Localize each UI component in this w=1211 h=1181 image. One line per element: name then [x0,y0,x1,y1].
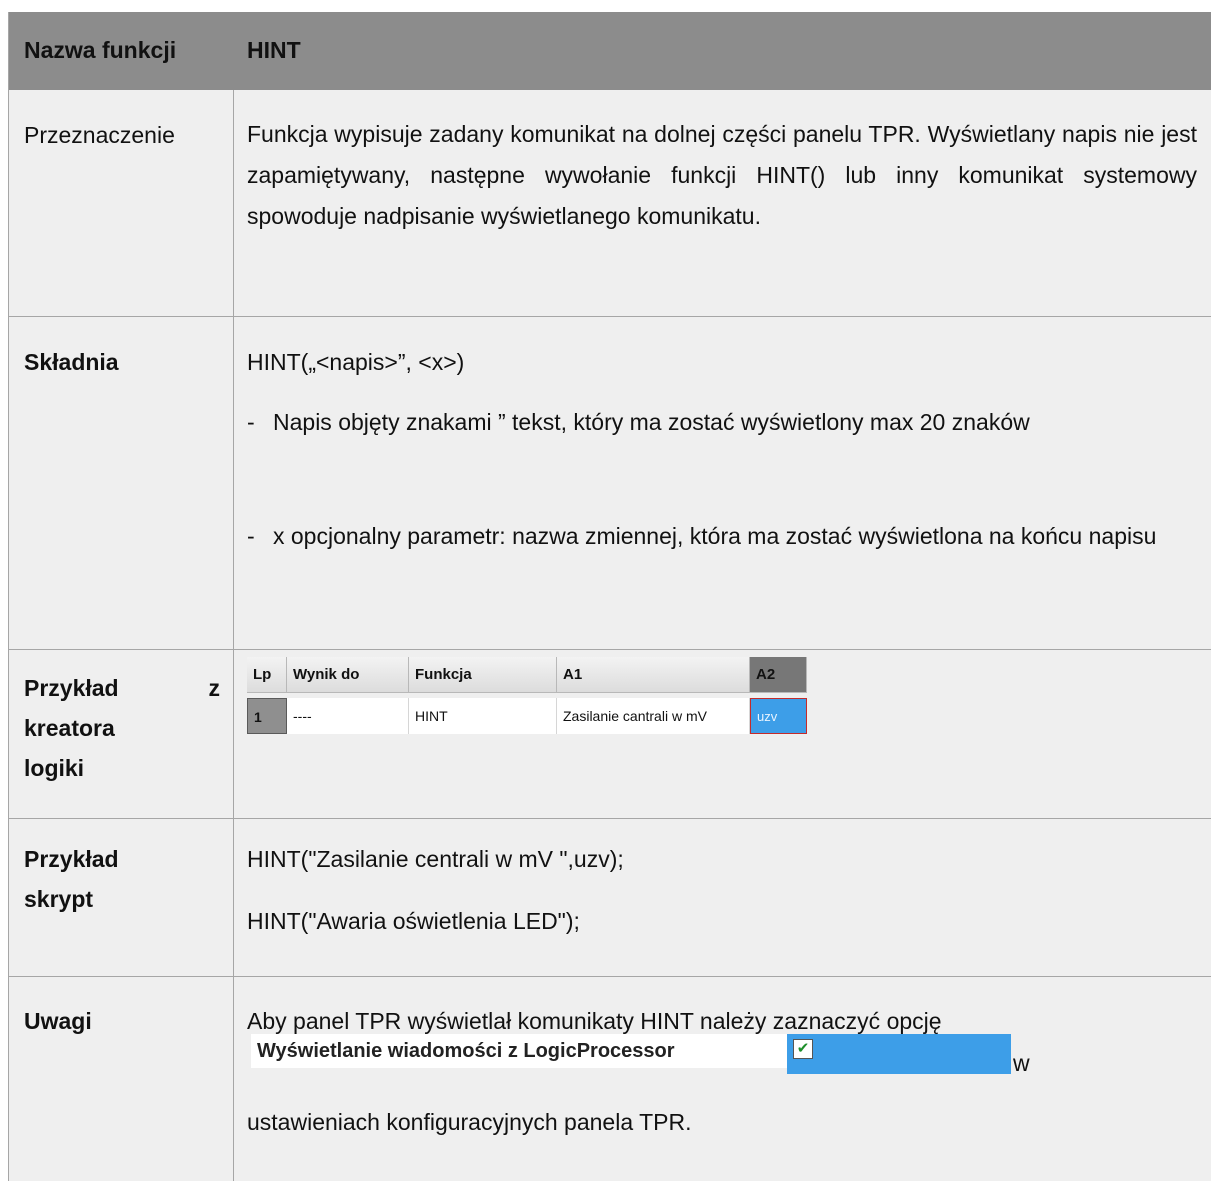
row-number[interactable]: 1 [247,698,287,734]
table-header-row: Lp Wynik do Funkcja A1 A2 [247,657,807,693]
logic-example-row: Przykład z kreatora logiki Lp Wynik do Fu… [9,650,1211,819]
option-label: Wyświetlanie wiadomości z LogicProcessor [251,1034,787,1068]
checkbox-checked-icon[interactable]: ✔ [793,1039,813,1059]
cell-wynik[interactable]: ---- [287,698,409,734]
script-line: HINT("Awaria oświetlenia LED"); [247,908,580,934]
column-header-a2: A2 [750,657,807,693]
column-header-wynik: Wynik do [287,657,409,693]
purpose-row: Przeznaczenie Funkcja wypisuje zadany ko… [9,90,1211,317]
syntax-row: Składnia HINT(„<napis>”, <x>) - Napis obj… [9,317,1211,650]
script-line: HINT("Zasilanie centrali w mV ",uzv); [247,846,624,872]
column-header-lp: Lp [247,657,287,693]
notes-text-continued: ustawieniach konfiguracyjnych panela TPR… [247,1109,692,1135]
syntax-label: Składnia [24,349,119,375]
syntax-bullet: -x opcjonalny parametr: nazwa zmiennej, … [247,516,1197,557]
bullet-dash: - [247,523,255,549]
option-setting: Wyświetlanie wiadomości z LogicProcessor… [251,1034,1037,1078]
header-row: Nazwa funkcji HINT [9,12,1211,90]
bullet-dash: - [247,409,255,435]
cell-a2-selected[interactable]: uzv [750,698,807,734]
bullet-text: x opcjonalny parametr: nazwa zmiennej, k… [273,523,1157,549]
logic-creator-table: Lp Wynik do Funkcja A1 A2 1 ---- HINT Za… [247,657,807,734]
purpose-text: Funkcja wypisuje zadany komunikat na dol… [247,121,1197,229]
cell-funkcja[interactable]: HINT [409,698,557,734]
option-field[interactable]: ✔ [787,1034,1011,1074]
syntax-signature: HINT(„<napis>”, <x>) [247,349,465,375]
header-label: Nazwa funkcji [24,37,177,63]
notes-row: Uwagi Aby panel TPR wyświetlał komunikat… [9,977,1211,1181]
function-doc-table: Nazwa funkcji HINT Przeznaczenie Funkcja… [8,12,1211,1181]
logic-example-label: Przykład z kreatora logiki [24,675,220,781]
script-example-label: Przykład skrypt [24,846,119,912]
column-header-funkcja: Funkcja [409,657,557,693]
cell-a1[interactable]: Zasilanie cantrali w mV [557,698,750,734]
bullet-text: Napis objęty znakami ” tekst, który ma z… [273,409,1030,435]
function-name: HINT [247,37,301,63]
purpose-label: Przeznaczenie [24,122,175,148]
table-row: 1 ---- HINT Zasilanie cantrali w mV uzv [247,698,807,734]
syntax-bullet: - Napis objęty znakami ” tekst, który ma … [247,402,1197,443]
option-tail-text: w [1013,1050,1030,1076]
script-example-row: Przykład skrypt HINT("Zasilanie centrali… [9,819,1211,977]
notes-label: Uwagi [24,1008,92,1034]
column-header-a1: A1 [557,657,750,693]
